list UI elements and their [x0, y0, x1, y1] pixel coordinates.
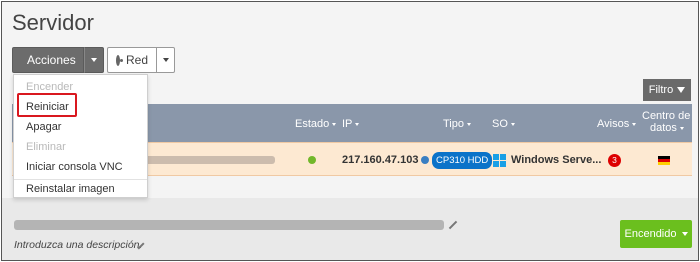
alerts-cell: 3 — [608, 143, 621, 177]
sort-icon — [679, 126, 684, 130]
status-cell — [308, 143, 316, 177]
ip-cell: 217.160.47.103 — [342, 143, 430, 177]
windows-icon — [493, 153, 506, 167]
column-header-avisos-label: Avisos — [597, 118, 630, 130]
chevron-down-icon — [681, 232, 688, 236]
os-name: Windows Serve... — [511, 154, 602, 166]
description-placeholder: Introduzca una descripción. — [14, 239, 143, 251]
column-header-tipo-label: Tipo — [443, 118, 464, 130]
chevron-down-icon — [162, 58, 169, 62]
chevron-down-icon — [91, 58, 97, 62]
menu-item-eliminar: Eliminar — [26, 141, 66, 153]
network-button-label: Red — [126, 53, 149, 67]
network-button-group: Red — [107, 47, 175, 73]
datacenter-cell — [658, 143, 670, 177]
column-header-centro-label-1: Centro de — [642, 110, 691, 122]
ip-address: 217.160.47.103 — [342, 154, 419, 166]
actions-caret-button[interactable] — [84, 47, 104, 73]
column-header-estado-label: Estado — [295, 118, 330, 130]
filter-button[interactable]: Filtro — [643, 79, 691, 101]
sort-icon — [467, 122, 471, 126]
network-caret-button[interactable] — [157, 47, 175, 73]
server-title-redacted — [14, 220, 444, 230]
status-indicator — [308, 156, 316, 164]
tipo-cell: CP310 HDD — [432, 143, 493, 177]
sort-icon — [632, 122, 637, 126]
server-name-cell — [145, 143, 275, 177]
column-header-ip-label: IP — [342, 118, 353, 130]
filter-label: Filtro — [648, 84, 674, 96]
sort-icon — [332, 122, 337, 126]
network-button[interactable]: Red — [107, 47, 157, 73]
actions-button-group: Acciones — [12, 47, 104, 73]
ip-info-icon[interactable] — [421, 156, 430, 164]
menu-item-apagar[interactable]: Apagar — [14, 117, 147, 137]
column-header-centro-datos[interactable]: Centro de datos — [642, 110, 690, 134]
alerts-count-badge[interactable]: 3 — [608, 153, 621, 167]
menu-item-vnc-console[interactable]: Iniciar consola VNC — [14, 157, 147, 177]
actions-button[interactable]: Acciones — [12, 47, 84, 73]
os-cell: Windows Serve... — [493, 143, 601, 177]
column-header-estado[interactable]: Estado — [295, 118, 337, 130]
page-title: Servidor — [12, 10, 94, 35]
sort-icon — [510, 122, 515, 126]
actions-button-label: Acciones — [27, 53, 76, 67]
column-header-avisos[interactable]: Avisos — [597, 118, 637, 130]
column-header-ip[interactable]: IP — [342, 118, 360, 130]
flag-germany-icon — [658, 155, 670, 165]
column-header-centro-label-2: datos — [650, 122, 677, 134]
description-field[interactable]: Introduzca una descripción. — [14, 239, 142, 251]
column-header-so[interactable]: SO — [492, 118, 515, 130]
server-panel: Servidor Acciones Red Filtro Estado IP T… — [1, 1, 699, 261]
sort-icon — [355, 122, 360, 126]
column-header-tipo[interactable]: Tipo — [443, 118, 471, 130]
reiniciar-highlight — [17, 93, 77, 117]
server-type-badge: CP310 HDD — [432, 151, 493, 169]
column-header-so-label: SO — [492, 118, 508, 130]
funnel-icon — [677, 87, 686, 93]
eye-icon — [116, 54, 123, 66]
menu-item-reinstalar[interactable]: Reinstalar imagen — [14, 179, 147, 199]
power-button[interactable]: Encendido — [620, 220, 692, 248]
server-name-redacted — [145, 156, 275, 164]
power-button-label: Encendido — [624, 228, 677, 240]
